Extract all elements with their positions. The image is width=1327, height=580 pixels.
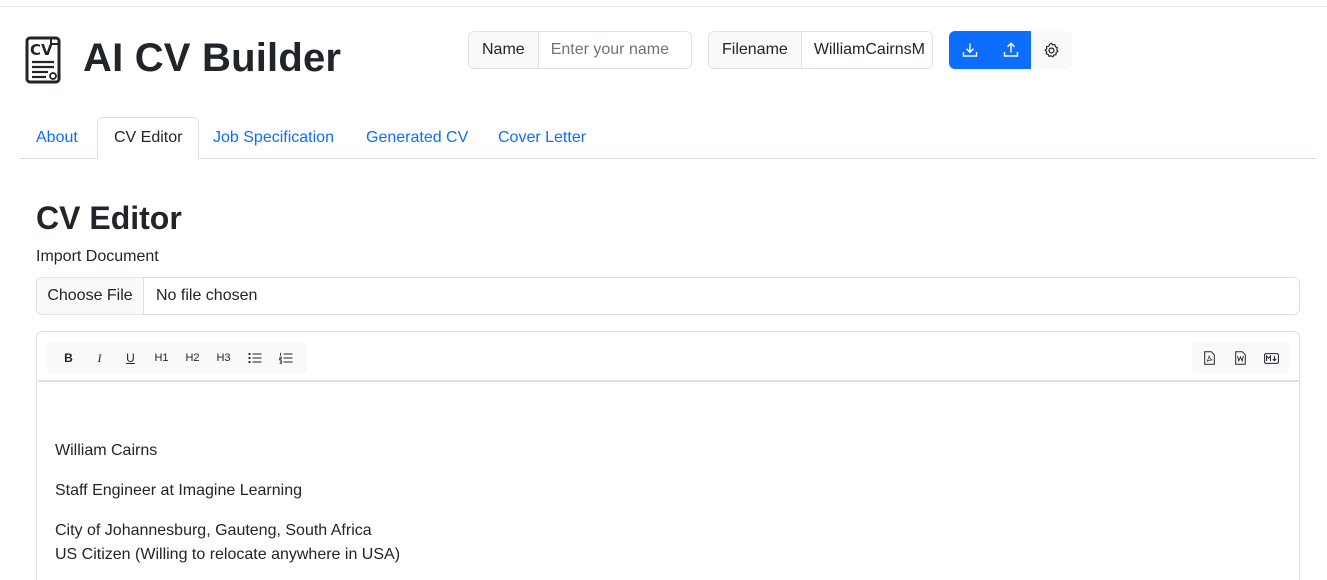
import-document-label: Import Document — [36, 248, 159, 265]
cv-name-line: William Cairns — [55, 442, 158, 459]
top-divider — [0, 6, 1327, 7]
upload-button[interactable] — [990, 31, 1031, 69]
bold-button[interactable]: B — [53, 342, 84, 374]
svg-text:CV: CV — [30, 41, 53, 59]
italic-button[interactable]: I — [84, 342, 115, 374]
bullet-list-icon — [247, 352, 261, 364]
tab-generated-cv[interactable]: Generated CV — [366, 117, 468, 159]
file-input[interactable]: Choose File No file chosen — [36, 277, 1300, 315]
gear-icon — [1044, 42, 1059, 57]
export-markdown-button[interactable] — [1256, 342, 1287, 374]
editor-content-area[interactable]: William Cairns Staff Engineer at Imagine… — [38, 380, 1300, 580]
file-status: No file chosen — [156, 287, 258, 304]
filename-input-group: Filename — [708, 31, 933, 69]
markdown-export-icon — [1264, 352, 1279, 364]
app-title: AI CV Builder — [83, 36, 342, 80]
tab-about[interactable]: About — [36, 117, 78, 159]
rich-text-editor: B I U H1 H2 H3 William Cairns Staff Engi… — [36, 331, 1300, 580]
cv-citizenship-line: US Citizen (Willing to relocate anywhere… — [55, 546, 401, 563]
heading1-button[interactable]: H1 — [146, 342, 177, 374]
cv-document-icon: CV — [25, 36, 61, 84]
filename-input[interactable] — [801, 32, 932, 68]
tab-cv-editor[interactable]: CV Editor — [97, 117, 200, 159]
heading3-button[interactable]: H3 — [208, 342, 239, 374]
export-pdf-button[interactable] — [1194, 342, 1225, 374]
upload-icon — [1003, 42, 1018, 57]
bullet-list-button[interactable] — [239, 342, 270, 374]
numbered-list-icon — [278, 352, 292, 364]
tab-cover-letter[interactable]: Cover Letter — [498, 117, 586, 159]
pdf-export-icon — [1204, 351, 1215, 365]
tab-job-specification[interactable]: Job Specification — [213, 117, 334, 159]
name-input[interactable] — [538, 32, 689, 68]
word-export-icon — [1235, 351, 1246, 365]
formatting-toolbar: B I U H1 H2 H3 — [47, 342, 307, 374]
cv-title-line: Staff Engineer at Imagine Learning — [55, 482, 302, 499]
export-toolbar — [1192, 342, 1289, 374]
filename-label: Filename — [709, 32, 802, 68]
download-icon — [962, 43, 977, 57]
heading2-button[interactable]: H2 — [177, 342, 208, 374]
cv-location-line: City of Johannesburg, Gauteng, South Afr… — [55, 522, 372, 539]
page-title: CV Editor — [36, 200, 182, 236]
export-word-button[interactable] — [1225, 342, 1256, 374]
tab-bar: About CV Editor Job Specification Genera… — [19, 117, 1317, 159]
name-label: Name — [469, 32, 539, 68]
download-button[interactable] — [949, 31, 990, 69]
brand: CV AI CV Builder — [24, 34, 341, 84]
numbered-list-button[interactable] — [270, 342, 301, 374]
settings-button[interactable] — [1031, 31, 1072, 69]
name-input-group: Name — [468, 31, 692, 69]
choose-file-button[interactable]: Choose File — [37, 278, 144, 314]
underline-button[interactable]: U — [115, 342, 146, 374]
file-actions — [949, 31, 1072, 69]
